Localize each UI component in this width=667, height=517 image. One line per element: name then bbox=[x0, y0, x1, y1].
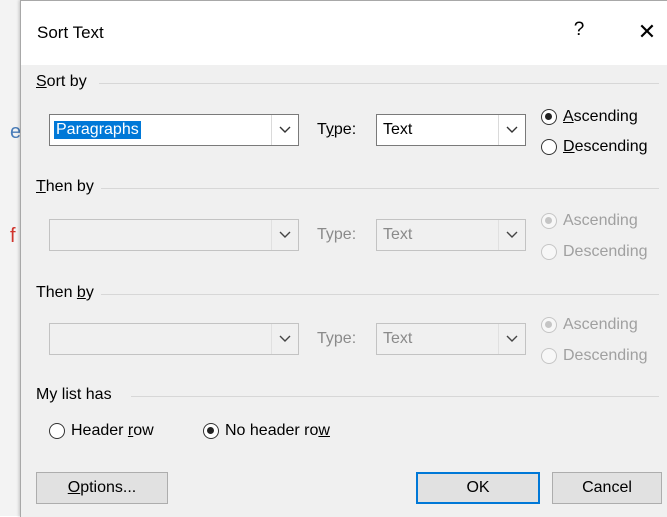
radio-button-icon bbox=[541, 348, 557, 364]
sort-by-column-select[interactable]: Paragraphs bbox=[49, 114, 299, 146]
my-list-has-label: My list has bbox=[36, 386, 112, 403]
radio-button-icon bbox=[203, 423, 219, 439]
group-divider bbox=[101, 294, 659, 295]
chevron-down-icon[interactable] bbox=[498, 220, 525, 250]
sort-by-label: Sort by bbox=[36, 73, 87, 90]
radio-button-icon bbox=[541, 213, 557, 229]
radio-button-icon bbox=[541, 139, 557, 155]
document-text-fragment: f bbox=[10, 225, 16, 247]
then-by-descending-label: Descending bbox=[563, 243, 648, 260]
chevron-down-icon[interactable] bbox=[271, 115, 298, 145]
then-by-ascending-label: Ascending bbox=[563, 212, 638, 229]
group-divider bbox=[101, 188, 659, 189]
ok-button[interactable]: OK bbox=[416, 472, 540, 504]
then-by-descending-radio[interactable]: Descending bbox=[541, 243, 648, 261]
sort-text-dialog: Sort Text ? ✕ Sort by Paragraphs Type: T… bbox=[20, 0, 667, 517]
sort-by-descending-label: Descending bbox=[563, 138, 648, 155]
then-by-label: Then by bbox=[36, 178, 94, 195]
cancel-button[interactable]: Cancel bbox=[552, 472, 662, 504]
sort-by-descending-radio[interactable]: Descending bbox=[541, 138, 648, 156]
group-divider bbox=[99, 83, 659, 84]
radio-button-icon bbox=[49, 423, 65, 439]
chevron-down-icon[interactable] bbox=[271, 324, 298, 354]
no-header-row-radio[interactable]: No header row bbox=[203, 422, 330, 440]
then-by-2-descending-radio[interactable]: Descending bbox=[541, 347, 648, 365]
sort-by-ascending-radio[interactable]: Ascending bbox=[541, 108, 638, 126]
no-header-row-label: No header row bbox=[225, 422, 330, 439]
then-by-ascending-radio[interactable]: Ascending bbox=[541, 212, 638, 230]
sort-by-type-label: Type: bbox=[317, 121, 357, 138]
chevron-down-icon[interactable] bbox=[498, 324, 525, 354]
radio-button-icon bbox=[541, 317, 557, 333]
sort-by-ascending-label: Ascending bbox=[563, 108, 638, 125]
then-by-column-select[interactable] bbox=[49, 219, 299, 251]
sort-by-column-value: Paragraphs bbox=[54, 121, 141, 139]
then-by-type-select[interactable]: Text bbox=[376, 219, 526, 251]
then-by-2-type-select[interactable]: Text bbox=[376, 323, 526, 355]
header-row-radio[interactable]: Header row bbox=[49, 422, 154, 440]
then-by-2-type-label: Type: bbox=[317, 330, 357, 347]
then-by-2-type-value: Text bbox=[383, 330, 413, 347]
then-by-type-value: Text bbox=[383, 226, 413, 243]
options-button[interactable]: Options... bbox=[36, 472, 168, 504]
help-icon[interactable]: ? bbox=[568, 19, 590, 47]
then-by-2-ascending-label: Ascending bbox=[563, 316, 638, 333]
radio-button-icon bbox=[541, 109, 557, 125]
chevron-down-icon[interactable] bbox=[498, 115, 525, 145]
then-by-2-label: Then by bbox=[36, 284, 94, 301]
header-row-label: Header row bbox=[71, 422, 154, 439]
sort-by-type-value: Text bbox=[383, 121, 413, 138]
close-icon[interactable]: ✕ bbox=[633, 19, 661, 47]
then-by-2-descending-label: Descending bbox=[563, 347, 648, 364]
then-by-2-column-select[interactable] bbox=[49, 323, 299, 355]
sort-by-type-select[interactable]: Text bbox=[376, 114, 526, 146]
then-by-2-ascending-radio[interactable]: Ascending bbox=[541, 316, 638, 334]
then-by-type-label: Type: bbox=[317, 226, 357, 243]
chevron-down-icon[interactable] bbox=[271, 220, 298, 250]
dialog-titlebar: Sort Text ? ✕ bbox=[21, 1, 667, 65]
radio-button-icon bbox=[541, 244, 557, 260]
group-divider bbox=[131, 396, 659, 397]
dialog-title: Sort Text bbox=[37, 23, 104, 42]
